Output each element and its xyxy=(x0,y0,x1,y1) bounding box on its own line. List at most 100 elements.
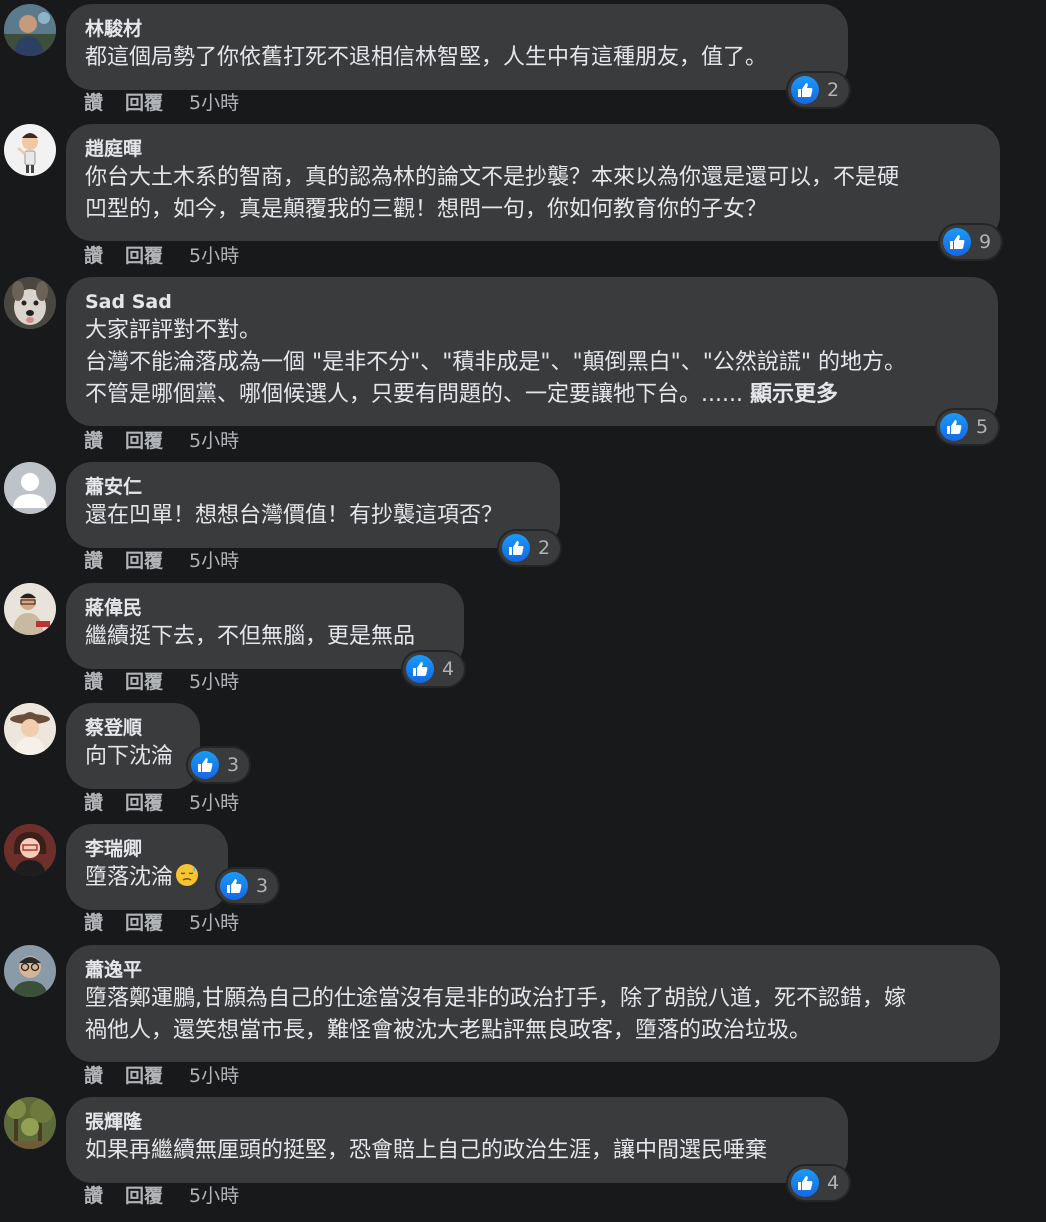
like-icon xyxy=(502,534,530,562)
like-icon xyxy=(791,76,819,104)
comment-time[interactable]: 5小時 xyxy=(189,245,239,267)
comment-text: 禍他人，還笑想當市長，難怪會被沈大老點評無良政客，墮落的政治垃圾。 xyxy=(85,1018,812,1043)
like-icon xyxy=(191,751,219,779)
like-reaction-badge[interactable]: 2 xyxy=(499,531,561,565)
comment-bubble: 蔣偉民 繼續挺下去，不但無腦，更是無品 xyxy=(66,583,464,669)
comment-text: 你台大土木系的智商，真的認為林的論文不是抄襲？本來以為你還是還可以，不是硬 xyxy=(85,165,900,190)
dog-avatar-icon[interactable] xyxy=(4,277,56,329)
like-icon xyxy=(406,655,434,683)
comment-bubble: Sad Sad 大家評評對不對。 台灣不能淪落成為一個 "是非不分"、"積非成是… xyxy=(66,277,998,426)
woman-avatar-icon[interactable] xyxy=(4,824,56,876)
comment-author[interactable]: 蕭安仁 xyxy=(85,474,540,500)
like-icon xyxy=(220,872,248,900)
comment-text: 不管是哪個黨、哪個候選人，只要有問題的、一定要讓牠下台。...... xyxy=(85,382,743,407)
comment-time[interactable]: 5小時 xyxy=(189,92,239,114)
comment-bubble: 李瑞卿 墮落沈淪 xyxy=(66,824,228,910)
like-reaction-badge[interactable]: 9 xyxy=(940,225,1002,259)
like-link[interactable]: 讚 xyxy=(84,1185,103,1207)
comment-text: 都這個局勢了你依舊打死不退相信林智堅，人生中有這種朋友，值了。 xyxy=(85,45,768,70)
like-link[interactable]: 讚 xyxy=(84,92,103,114)
like-count: 2 xyxy=(827,79,840,101)
comment-actions: 讚回覆 5小時 xyxy=(84,548,239,574)
comment-text: 大家評評對不對。 xyxy=(85,318,262,343)
reply-link[interactable]: 回覆 xyxy=(125,550,163,572)
like-link[interactable]: 讚 xyxy=(84,550,103,572)
comment-actions: 讚回覆 5小時 xyxy=(84,90,239,116)
see-more-link[interactable]: 顯示更多 xyxy=(750,382,838,407)
like-reaction-badge[interactable]: 3 xyxy=(217,869,279,903)
man-avatar-icon[interactable] xyxy=(4,4,56,56)
man-glasses-avatar-icon[interactable] xyxy=(4,945,56,997)
comment-author[interactable]: 蔣偉民 xyxy=(85,595,444,621)
reply-link[interactable]: 回覆 xyxy=(125,671,163,693)
comment-text: 如果再繼續無厘頭的挺堅，恐會賠上自己的政治生涯，讓中間選民唾棄 xyxy=(85,1138,768,1163)
comment-actions: 讚回覆 5小時 xyxy=(84,243,239,269)
comment-time[interactable]: 5小時 xyxy=(189,430,239,452)
comment-text-line: 墮落沈淪 xyxy=(85,862,208,894)
comment-actions: 讚回覆 5小時 xyxy=(84,910,239,936)
reply-link[interactable]: 回覆 xyxy=(125,245,163,267)
like-link[interactable]: 讚 xyxy=(84,792,103,814)
comment-author[interactable]: 李瑞卿 xyxy=(85,836,208,862)
like-link[interactable]: 讚 xyxy=(84,1065,103,1087)
comment-bubble: 林駿材 都這個局勢了你依舊打死不退相信林智堅，人生中有這種朋友，值了。 xyxy=(66,4,848,90)
comment-text-last: 不管是哪個黨、哪個候選人，只要有問題的、一定要讓牠下台。...... 顯示更多 xyxy=(85,379,978,411)
comment-text: 墮落鄭運鵬,甘願為自己的仕途當沒有是非的政治打手，除了胡說八道，死不認錯，嫁 xyxy=(85,986,906,1011)
like-link[interactable]: 讚 xyxy=(84,430,103,452)
comment-bubble: 蕭逸平 墮落鄭運鵬,甘願為自己的仕途當沒有是非的政治打手，除了胡說八道，死不認錯… xyxy=(66,945,1000,1062)
comment-author[interactable]: 林駿材 xyxy=(85,16,828,42)
like-count: 4 xyxy=(442,658,455,680)
comment-time[interactable]: 5小時 xyxy=(189,1065,239,1087)
downcast-sweat-emoji-icon xyxy=(175,863,199,887)
like-count: 4 xyxy=(827,1172,840,1194)
reply-link[interactable]: 回覆 xyxy=(125,1185,163,1207)
like-link[interactable]: 讚 xyxy=(84,912,103,934)
like-reaction-badge[interactable]: 3 xyxy=(188,748,250,782)
comment-time[interactable]: 5小時 xyxy=(189,912,239,934)
comment-text: 凹型的，如今，真是顛覆我的三觀！想問一句，你如何教育你的子女？ xyxy=(85,197,768,222)
like-reaction-badge[interactable]: 4 xyxy=(788,1166,850,1200)
comment-author[interactable]: 蕭逸平 xyxy=(85,957,980,983)
cartoon-avatar-icon[interactable] xyxy=(4,124,56,176)
reply-link[interactable]: 回覆 xyxy=(125,430,163,452)
comment-bubble: 蔡登順 向下沈淪 xyxy=(66,703,200,789)
comment-actions: 讚回覆 5小時 xyxy=(84,669,239,695)
like-icon xyxy=(791,1169,819,1197)
comment-author[interactable]: Sad Sad xyxy=(85,289,978,315)
comment-author[interactable]: 張輝隆 xyxy=(85,1109,828,1135)
reply-link[interactable]: 回覆 xyxy=(125,1065,163,1087)
comment-bubble: 趙庭暉 你台大土木系的智商，真的認為林的論文不是抄襲？本來以為你還是還可以，不是… xyxy=(66,124,1000,241)
comment-actions: 讚回覆 5小時 xyxy=(84,1183,239,1209)
like-link[interactable]: 讚 xyxy=(84,671,103,693)
comment-actions: 讚回覆 5小時 xyxy=(84,1063,239,1089)
like-link[interactable]: 讚 xyxy=(84,245,103,267)
default-avatar-icon[interactable] xyxy=(4,462,56,514)
like-count: 9 xyxy=(979,231,992,253)
man-avatar-icon[interactable] xyxy=(4,583,56,635)
reply-link[interactable]: 回覆 xyxy=(125,912,163,934)
like-count: 5 xyxy=(976,416,989,438)
comment-text: 向下沈淪 xyxy=(85,744,174,769)
like-reaction-badge[interactable]: 5 xyxy=(937,410,999,444)
comment-time[interactable]: 5小時 xyxy=(189,792,239,814)
comment-time[interactable]: 5小時 xyxy=(189,550,239,572)
comment-bubble: 張輝隆 如果再繼續無厘頭的挺堅，恐會賠上自己的政治生涯，讓中間選民唾棄 xyxy=(66,1097,848,1183)
like-reaction-badge[interactable]: 2 xyxy=(788,73,850,107)
woman-hat-avatar-icon[interactable] xyxy=(4,703,56,755)
like-reaction-badge[interactable]: 4 xyxy=(403,652,465,686)
comment-text: 還在凹單！想想台灣價值！有抄襲這項否？ xyxy=(85,503,504,528)
like-icon xyxy=(940,413,968,441)
like-icon xyxy=(943,228,971,256)
comment-author[interactable]: 趙庭暉 xyxy=(85,136,980,162)
comment-text: 墮落沈淪 xyxy=(85,865,174,890)
comment-time[interactable]: 5小時 xyxy=(189,671,239,693)
like-count: 3 xyxy=(256,875,269,897)
comment-text: 繼續挺下去，不但無腦，更是無品 xyxy=(85,624,416,649)
comment-author[interactable]: 蔡登順 xyxy=(85,715,180,741)
reply-link[interactable]: 回覆 xyxy=(125,92,163,114)
reply-link[interactable]: 回覆 xyxy=(125,792,163,814)
comment-time[interactable]: 5小時 xyxy=(189,1185,239,1207)
like-count: 3 xyxy=(227,754,240,776)
comment-text: 台灣不能淪落成為一個 "是非不分"、"積非成是"、"顛倒黑白"、"公然說謊" 的… xyxy=(85,350,906,375)
forest-avatar-icon[interactable] xyxy=(4,1097,56,1149)
